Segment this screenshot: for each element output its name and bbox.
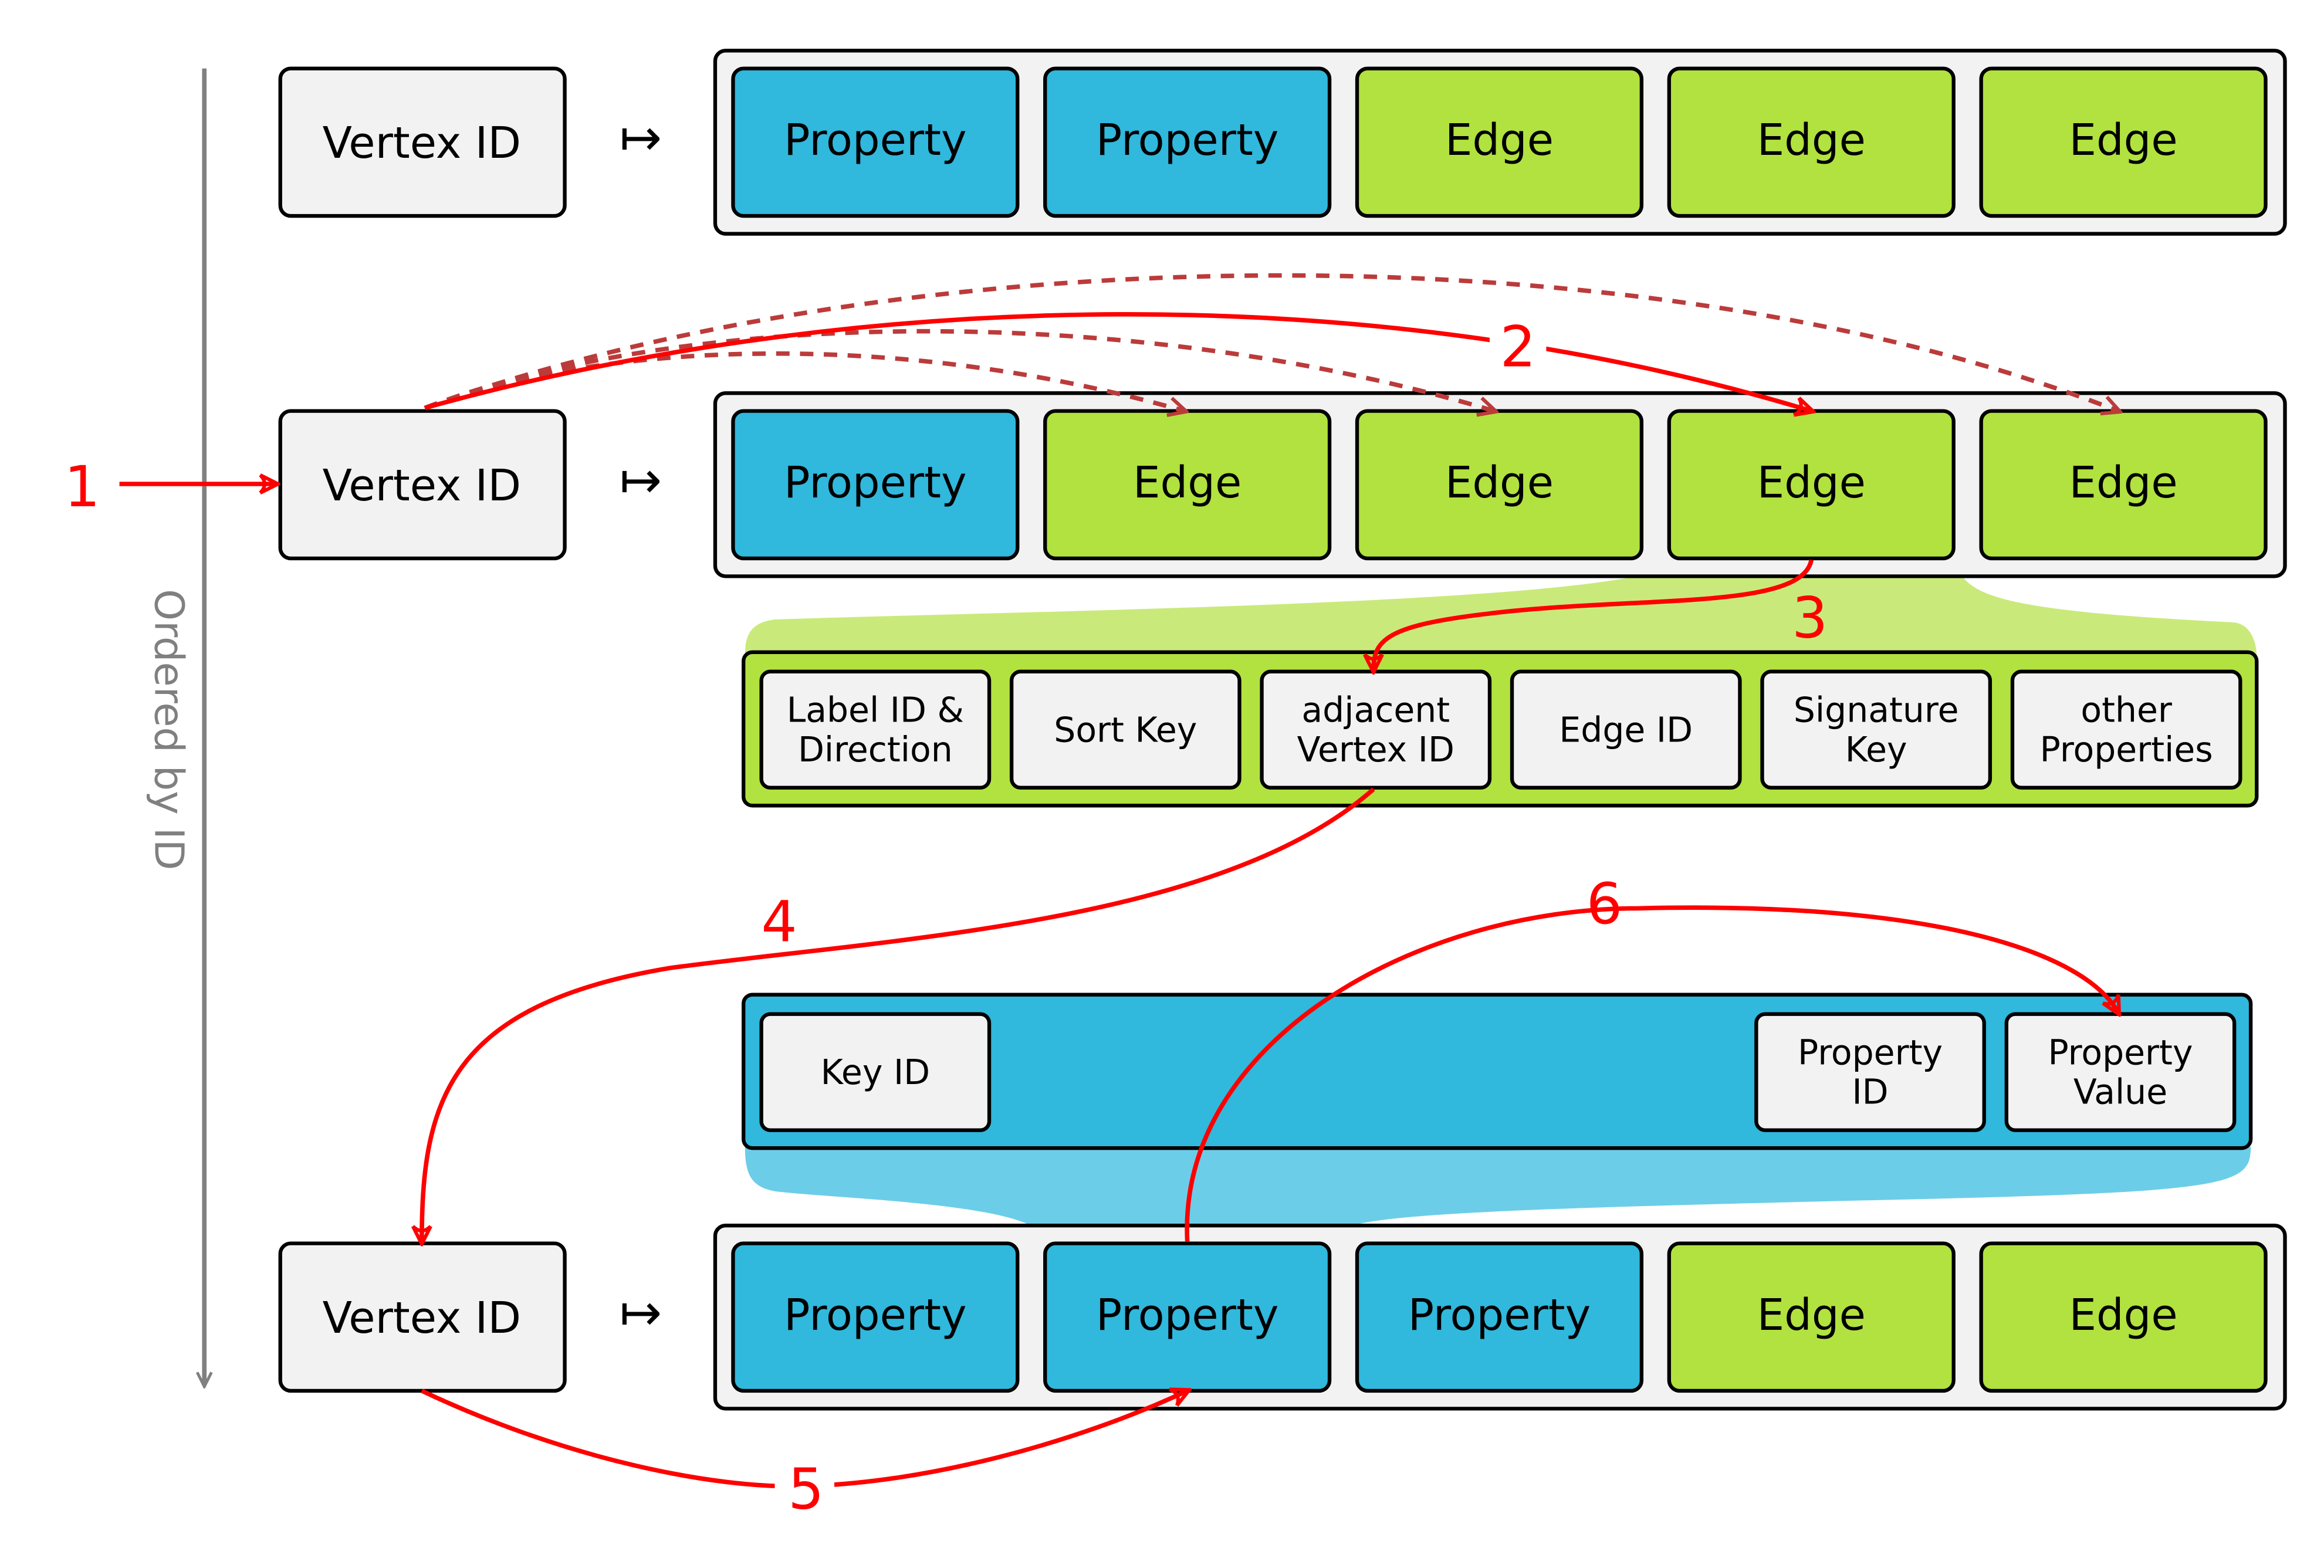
- edge-cell-label: Edge: [1757, 1291, 1866, 1340]
- edge-field: Label ID &Direction: [759, 669, 992, 790]
- property-field-label: ID: [1852, 1072, 1888, 1112]
- edge-field-label: Vertex ID: [1297, 730, 1454, 770]
- edge-cell-label: Edge: [2069, 116, 2177, 165]
- edge-cell-label: Edge: [1445, 116, 1554, 165]
- edge-field: SignatureKey: [1760, 669, 1993, 790]
- property-cell-label: Property: [1096, 116, 1278, 165]
- vertex-id-label: Vertex ID: [323, 1293, 521, 1343]
- graph-storage-diagram: Ordered by ID Vertex ID ↦ Property Property…: [64, 49, 2287, 1522]
- edge-field-label: Sort Key: [1054, 710, 1197, 750]
- property-field-label: Key ID: [821, 1052, 931, 1092]
- maps-to-icon: ↦: [620, 109, 662, 167]
- edge-field: adjacentVertex ID: [1260, 669, 1492, 790]
- edge-field-label: Properties: [2040, 730, 2213, 770]
- edge-field-label: Key: [1845, 730, 1907, 770]
- vertex-row: Vertex ID ↦ Property Property Edge Edge Edge: [278, 49, 2287, 236]
- edge-cell-label: Edge: [1445, 458, 1554, 508]
- maps-to-icon: ↦: [620, 1283, 662, 1342]
- step-2-label: 2: [1500, 313, 1536, 380]
- edge-cell-label: Edge: [1757, 458, 1866, 508]
- vertex-row: Vertex ID ↦ Property Edge Edge Edge Edge: [278, 391, 2287, 578]
- axis-label: Ordered by ID: [146, 589, 192, 870]
- maps-to-icon: ↦: [620, 451, 662, 510]
- vertex-id-label: Vertex ID: [323, 118, 521, 168]
- property-field: PropertyValue: [2004, 1012, 2237, 1132]
- step-6-label: 6: [1586, 871, 1622, 937]
- property-cell-label: Property: [784, 458, 966, 508]
- step-4-label: 4: [761, 888, 797, 954]
- vertex-id-label: Vertex ID: [323, 461, 521, 511]
- edge-cell-label: Edge: [1757, 116, 1866, 165]
- edge-cell-label: Edge: [1133, 458, 1242, 508]
- vertex-row: Vertex ID ↦ Property Property Property Edge Ed…: [278, 1223, 2287, 1411]
- edge-field: Sort Key: [1009, 669, 1242, 790]
- edge-field-label: Label ID &: [787, 690, 964, 730]
- step-5-label: 5: [788, 1455, 824, 1522]
- edge-field-label: Edge ID: [1559, 710, 1693, 750]
- property-field-label: Property: [1798, 1033, 1943, 1073]
- edge-field: otherProperties: [2010, 669, 2242, 790]
- property-field-label: Property: [2048, 1033, 2193, 1073]
- edge-field-label: adjacent: [1301, 690, 1450, 730]
- property-field-label: Value: [2073, 1072, 2167, 1112]
- edge-cell-label: Edge: [2069, 458, 2177, 508]
- property-cell-label: Property: [1096, 1291, 1278, 1340]
- property-field: PropertyID: [1754, 1012, 1986, 1132]
- step-3-label: 3: [1792, 584, 1828, 651]
- edge-field-label: other: [2081, 690, 2172, 730]
- property-cell-label: Property: [784, 1291, 966, 1340]
- property-cell-label: Property: [784, 116, 966, 165]
- property-cell-label: Property: [1408, 1291, 1591, 1340]
- edge-field: Edge ID: [1510, 669, 1742, 790]
- step-1-label: 1: [64, 453, 100, 520]
- property-field: Key ID: [759, 1012, 992, 1132]
- property-callout: [745, 1146, 2251, 1236]
- edge-field-label: Direction: [798, 730, 953, 770]
- step-2-dashed-arrow-c: [424, 273, 2118, 411]
- edge-cell-label: Edge: [2069, 1291, 2177, 1340]
- edge-field-label: Signature: [1794, 690, 1959, 730]
